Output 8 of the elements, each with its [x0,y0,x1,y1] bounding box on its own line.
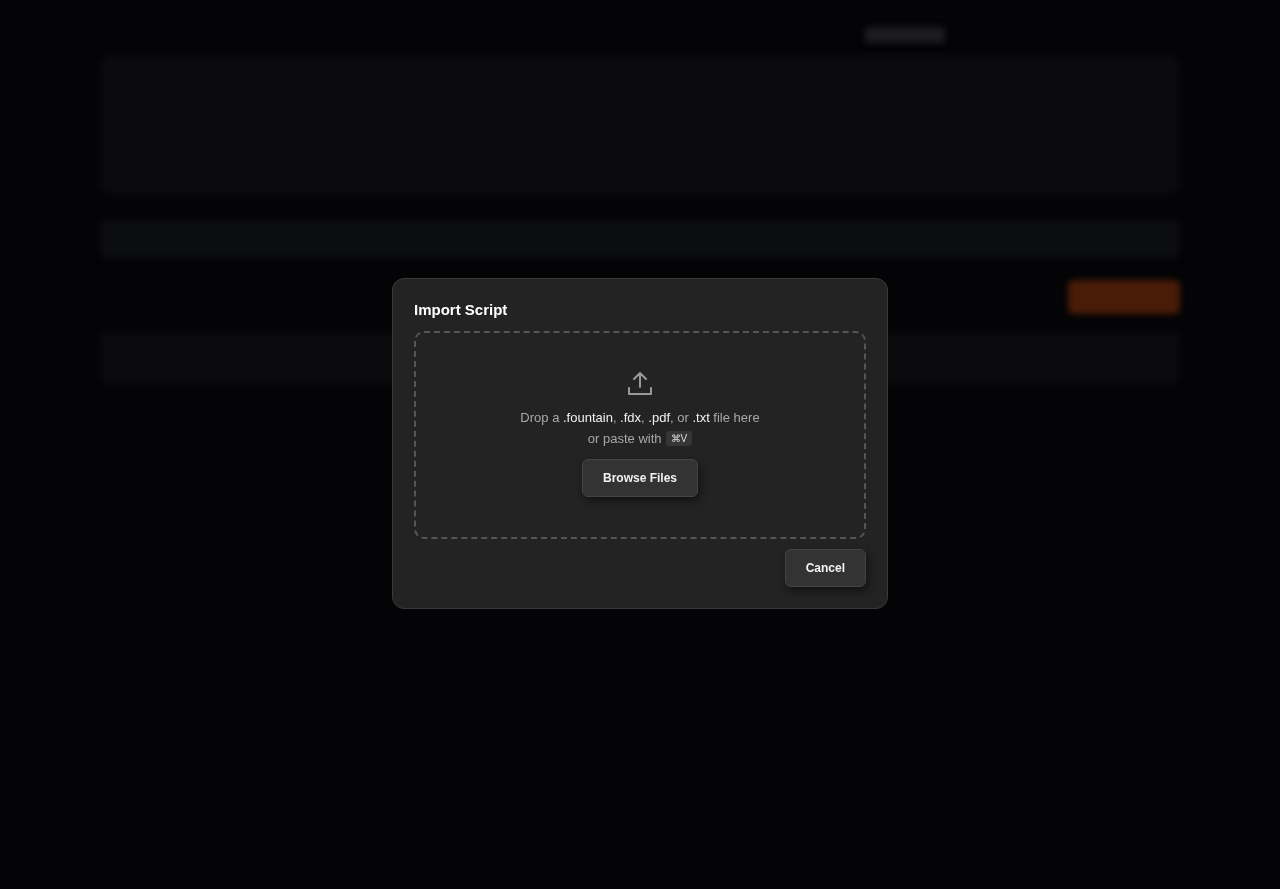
upload-icon [626,370,654,398]
paste-hint: or paste with [587,431,662,446]
browse-files-button[interactable]: Browse Files [582,459,698,497]
cancel-button[interactable]: Cancel [784,549,866,587]
drop-instructions: Drop a .fountain, .fdx, .pdf, or .txt file here [520,410,760,425]
drop-zone[interactable]: Drop a .fountain, .fdx, .pdf, or .txt file here or paste with ⌘V Browse Files [414,331,866,539]
dialog-title: Import Script [414,301,509,318]
shortcut-key: ⌘V [665,431,693,446]
